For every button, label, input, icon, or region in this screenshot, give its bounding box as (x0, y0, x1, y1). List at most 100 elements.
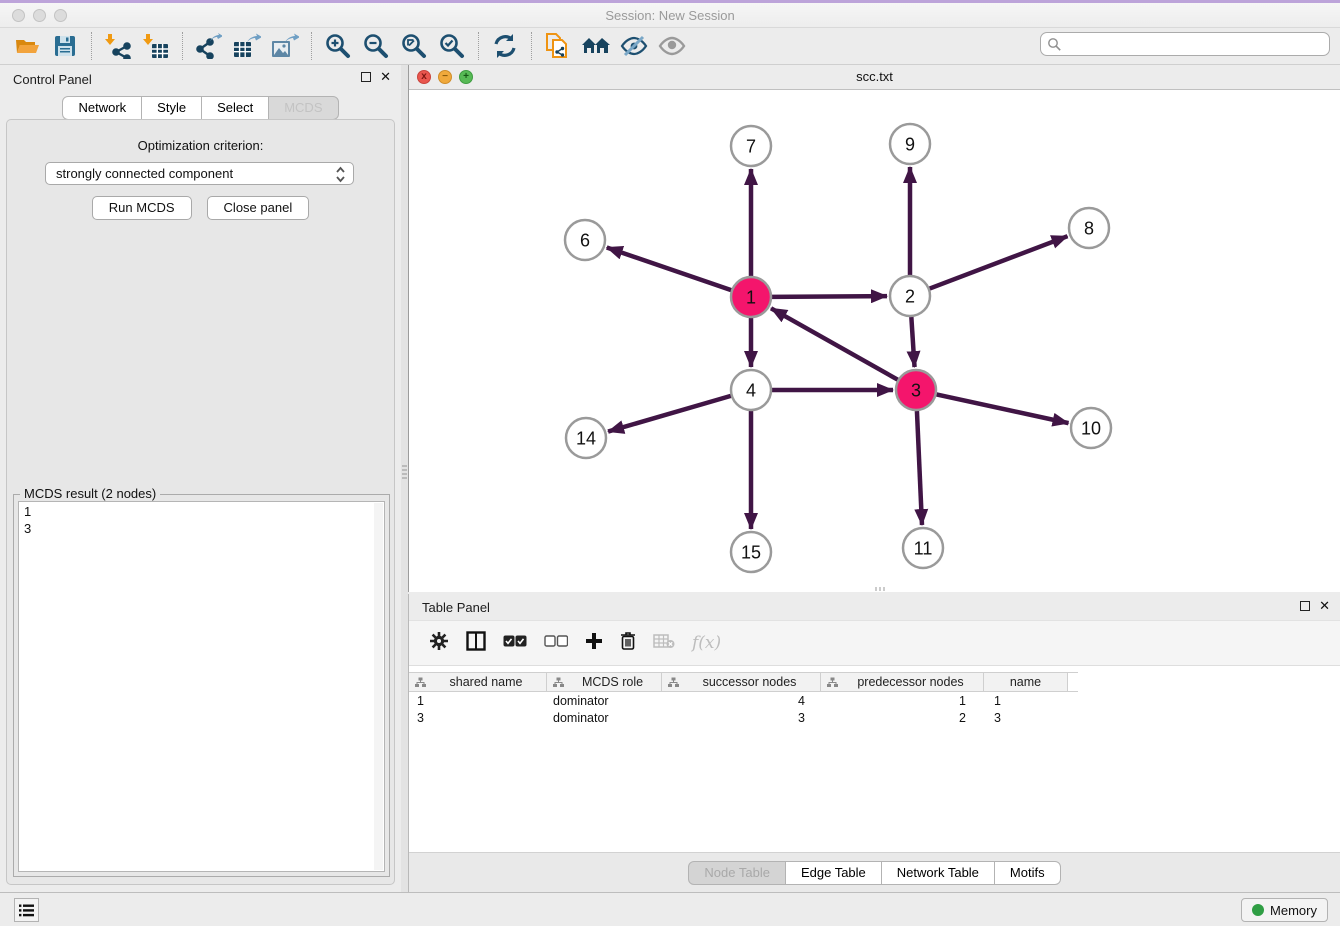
mcds-panel: Optimization criterion: strongly connect… (6, 119, 395, 885)
export-image-button[interactable] (266, 31, 304, 61)
column-header-predecessor-nodes[interactable]: predecessor nodes (821, 673, 984, 691)
tab-style[interactable]: Style (141, 96, 202, 120)
export-table-button[interactable] (228, 31, 266, 61)
toolbar-separator (311, 32, 312, 60)
zoom-out-button[interactable] (357, 31, 395, 61)
vertical-splitter[interactable] (401, 65, 408, 892)
import-table-button[interactable] (137, 31, 175, 61)
cell-predecessor-nodes: 1 (821, 694, 984, 708)
delete-row-button[interactable] (620, 631, 636, 655)
criterion-value: strongly connected component (56, 166, 233, 181)
mcds-result-list[interactable]: 1 3 (18, 501, 385, 872)
tab-edge-table[interactable]: Edge Table (785, 861, 882, 885)
trash-icon (620, 631, 636, 650)
add-row-button[interactable] (585, 632, 603, 655)
import-network-button[interactable] (99, 31, 137, 61)
toolbar-separator (91, 32, 92, 60)
select-all-rows-button[interactable] (503, 634, 527, 652)
run-mcds-button[interactable]: Run MCDS (92, 196, 192, 220)
zoom-in-button[interactable] (319, 31, 357, 61)
network-file-icon (545, 32, 571, 60)
close-table-panel-icon[interactable]: ✕ (1319, 601, 1330, 611)
column-header-name[interactable]: name (984, 673, 1068, 691)
tab-select[interactable]: Select (201, 96, 269, 120)
zoom-fit-button[interactable] (395, 31, 433, 61)
hide-selected-button[interactable] (615, 31, 653, 61)
canvas-resize-grip[interactable] (875, 587, 885, 591)
network-view-window: x − + scc.txt 7968124314101511 (408, 65, 1340, 592)
task-history-button[interactable] (14, 898, 39, 922)
edge-3-1[interactable] (771, 308, 898, 379)
column-header-mcds-role[interactable]: MCDS role (547, 673, 662, 691)
edge-1-2[interactable] (772, 296, 887, 297)
zoom-in-icon (324, 32, 352, 60)
zoom-selected-button[interactable] (433, 31, 471, 61)
edge-4-14[interactable] (608, 396, 731, 432)
tab-network[interactable]: Network (62, 96, 142, 120)
table-row[interactable]: 1 dominator 4 1 1 (409, 693, 1340, 709)
float-table-panel-icon[interactable] (1300, 601, 1310, 611)
cell-shared-name: 3 (409, 711, 547, 725)
edge-1-6[interactable] (607, 247, 731, 290)
close-panel-icon[interactable]: ✕ (380, 72, 391, 82)
tab-mcds[interactable]: MCDS (268, 96, 338, 120)
stepper-icon (335, 165, 346, 184)
edge-3-10[interactable] (937, 394, 1069, 423)
gear-icon (429, 631, 449, 651)
memory-button[interactable]: Memory (1241, 898, 1328, 922)
node-label-7: 7 (746, 136, 756, 156)
save-session-button[interactable] (46, 31, 84, 61)
memory-label: Memory (1270, 903, 1317, 918)
cell-name: 3 (984, 711, 1068, 725)
edge-3-11[interactable] (917, 411, 922, 525)
cell-shared-name: 1 (409, 694, 547, 708)
network-canvas[interactable]: 7968124314101511 (409, 90, 1340, 592)
deselect-all-rows-button[interactable] (544, 634, 568, 652)
column-settings-button[interactable] (429, 631, 449, 656)
column-header-successor-nodes[interactable]: successor nodes (662, 673, 821, 691)
tab-motifs[interactable]: Motifs (994, 861, 1061, 885)
open-session-button[interactable] (8, 31, 46, 61)
plus-icon (585, 632, 603, 650)
control-panel-tabs: Network Style Select MCDS (0, 96, 401, 120)
checked-boxes-icon (503, 635, 527, 647)
edge-2-8[interactable] (930, 236, 1068, 288)
eye-slash-icon (620, 34, 648, 58)
table-row[interactable]: 3 dominator 3 2 3 (409, 710, 1340, 726)
splitter-grip[interactable] (402, 465, 407, 479)
shared-column-icon (827, 677, 838, 688)
cell-successor-nodes: 4 (662, 694, 821, 708)
first-neighbors-button[interactable] (577, 31, 615, 61)
apply-layout-button[interactable] (486, 31, 524, 61)
export-network-button[interactable] (190, 31, 228, 61)
optimization-criterion-label: Optimization criterion: (7, 138, 394, 153)
toolbar-separator (182, 32, 183, 60)
show-all-button[interactable] (653, 31, 691, 61)
result-scrollbar[interactable] (374, 503, 383, 870)
tab-network-table[interactable]: Network Table (881, 861, 995, 885)
edge-2-3[interactable] (911, 317, 914, 367)
import-table-icon (143, 33, 169, 59)
eye-icon (658, 35, 686, 57)
delete-table-icon (653, 633, 675, 649)
export-table-icon (233, 33, 261, 59)
result-line: 3 (24, 520, 379, 537)
create-column-button[interactable] (466, 631, 486, 656)
cell-mcds-role: dominator (547, 694, 662, 708)
tab-node-table[interactable]: Node Table (688, 861, 786, 885)
search-input[interactable] (1040, 32, 1330, 56)
houses-icon (581, 34, 611, 58)
column-header-shared-name[interactable]: shared name (409, 673, 547, 691)
columns-icon (466, 631, 486, 651)
network-graph: 7968124314101511 (409, 90, 1340, 592)
function-builder-button[interactable]: f(x) (692, 633, 721, 653)
toolbar-separator (531, 32, 532, 60)
delete-table-button[interactable] (653, 633, 675, 654)
result-line: 1 (24, 503, 379, 520)
float-panel-icon[interactable] (361, 72, 371, 82)
window-title: Session: New Session (0, 8, 1340, 23)
save-floppy-icon (53, 34, 77, 58)
criterion-select[interactable]: strongly connected component (45, 162, 354, 185)
new-network-button[interactable] (539, 31, 577, 61)
close-panel-button[interactable]: Close panel (207, 196, 310, 220)
